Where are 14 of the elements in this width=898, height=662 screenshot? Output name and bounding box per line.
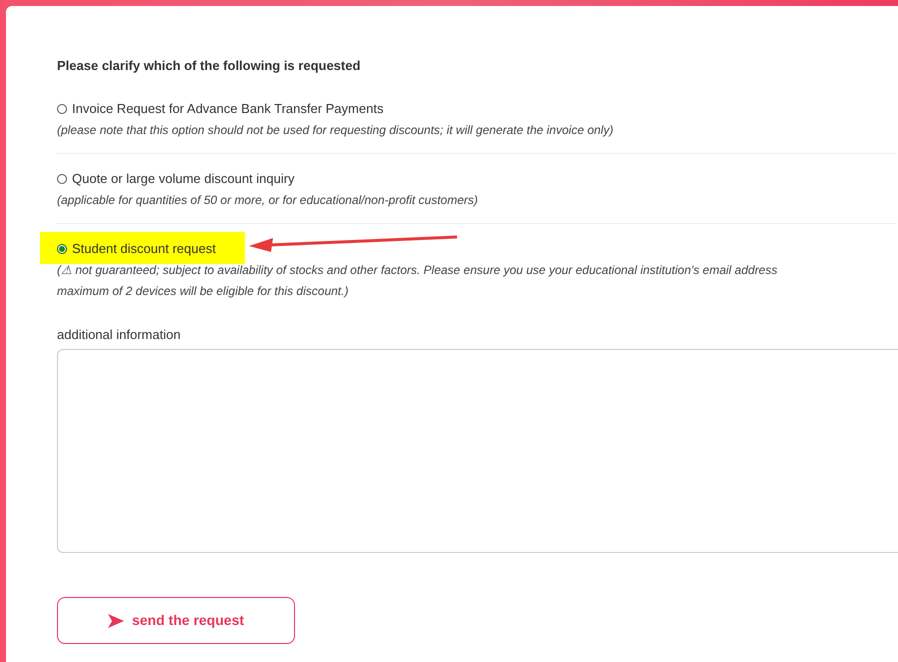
send-request-button[interactable]: send the request [57, 597, 295, 644]
option-note: (applicable for quantities of 50 or more, or for educational/non-profit customers) [57, 192, 479, 208]
option-note: (⚠ not guaranteed; subject to availability of stocks and other factors. Please ensure you use your educational institution's email address [57, 262, 778, 278]
additional-info-field[interactable] [57, 349, 898, 553]
radio-option[interactable]: Invoice Request for Advance Bank Transfer Payments [57, 100, 897, 116]
radio-button[interactable] [57, 174, 67, 184]
field-label: additional information [57, 326, 182, 344]
option-note: maximum of 2 devices will be eligible for this discount.) [57, 284, 350, 298]
radio-option[interactable]: Quote or large volume discount inquiry [57, 170, 897, 186]
send-icon [108, 614, 124, 628]
option-note: (please note that this option should not be used for requesting discounts; it will generate the invoice only) [57, 122, 614, 138]
radio-option[interactable]: Student discount request [57, 240, 898, 256]
question-heading: Please clarify which of the following is requested [57, 57, 362, 75]
radio-button[interactable] [57, 104, 67, 114]
